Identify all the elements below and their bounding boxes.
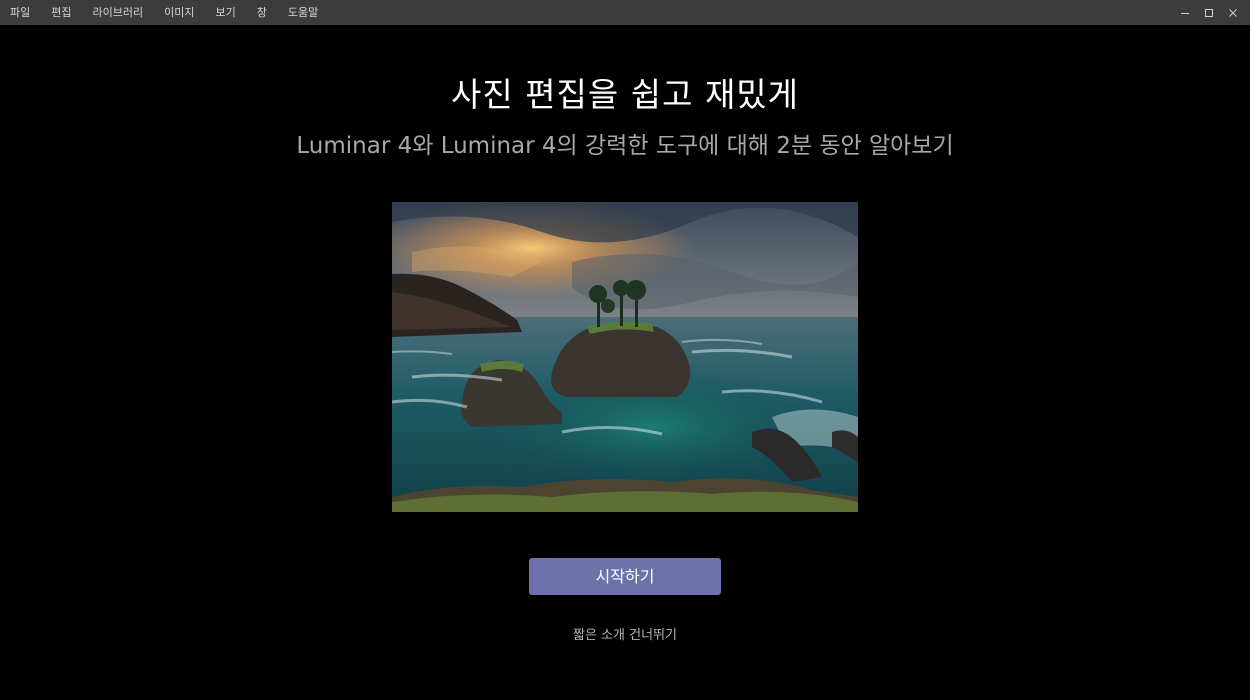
menu-bar: 파일 편집 라이브러리 이미지 보기 창 도움말: [0, 0, 1250, 25]
maximize-button[interactable]: [1200, 3, 1218, 23]
start-button[interactable]: 시작하기: [529, 558, 721, 595]
menu-library[interactable]: 라이브러리: [93, 0, 144, 25]
skip-intro-link[interactable]: 짧은 소개 건너뛰기: [0, 626, 1250, 646]
sea-stack-sunset-image: [392, 202, 858, 512]
close-button[interactable]: [1224, 3, 1242, 23]
minimize-button[interactable]: [1176, 3, 1194, 23]
menu-window[interactable]: 창: [257, 0, 267, 25]
hero-landscape-photo: [392, 202, 858, 512]
window-controls: [1170, 0, 1242, 25]
menu-items: 파일 편집 라이브러리 이미지 보기 창 도움말: [0, 0, 339, 25]
minimize-icon: [1181, 12, 1189, 14]
menu-view[interactable]: 보기: [215, 0, 235, 25]
welcome-screen: 사진 편집을 쉽고 재밌게 Luminar 4와 Luminar 4의 강력한 …: [0, 25, 1250, 700]
welcome-title: 사진 편집을 쉽고 재밌게: [450, 75, 800, 114]
welcome-subtitle: Luminar 4와 Luminar 4의 강력한 도구에 대해 2분 동안 알…: [296, 133, 954, 159]
close-icon: [1229, 8, 1237, 17]
menu-image[interactable]: 이미지: [164, 0, 194, 25]
menu-edit[interactable]: 편집: [51, 0, 71, 25]
maximize-icon: [1205, 8, 1213, 17]
menu-help[interactable]: 도움말: [288, 0, 318, 25]
menu-file[interactable]: 파일: [10, 0, 30, 25]
